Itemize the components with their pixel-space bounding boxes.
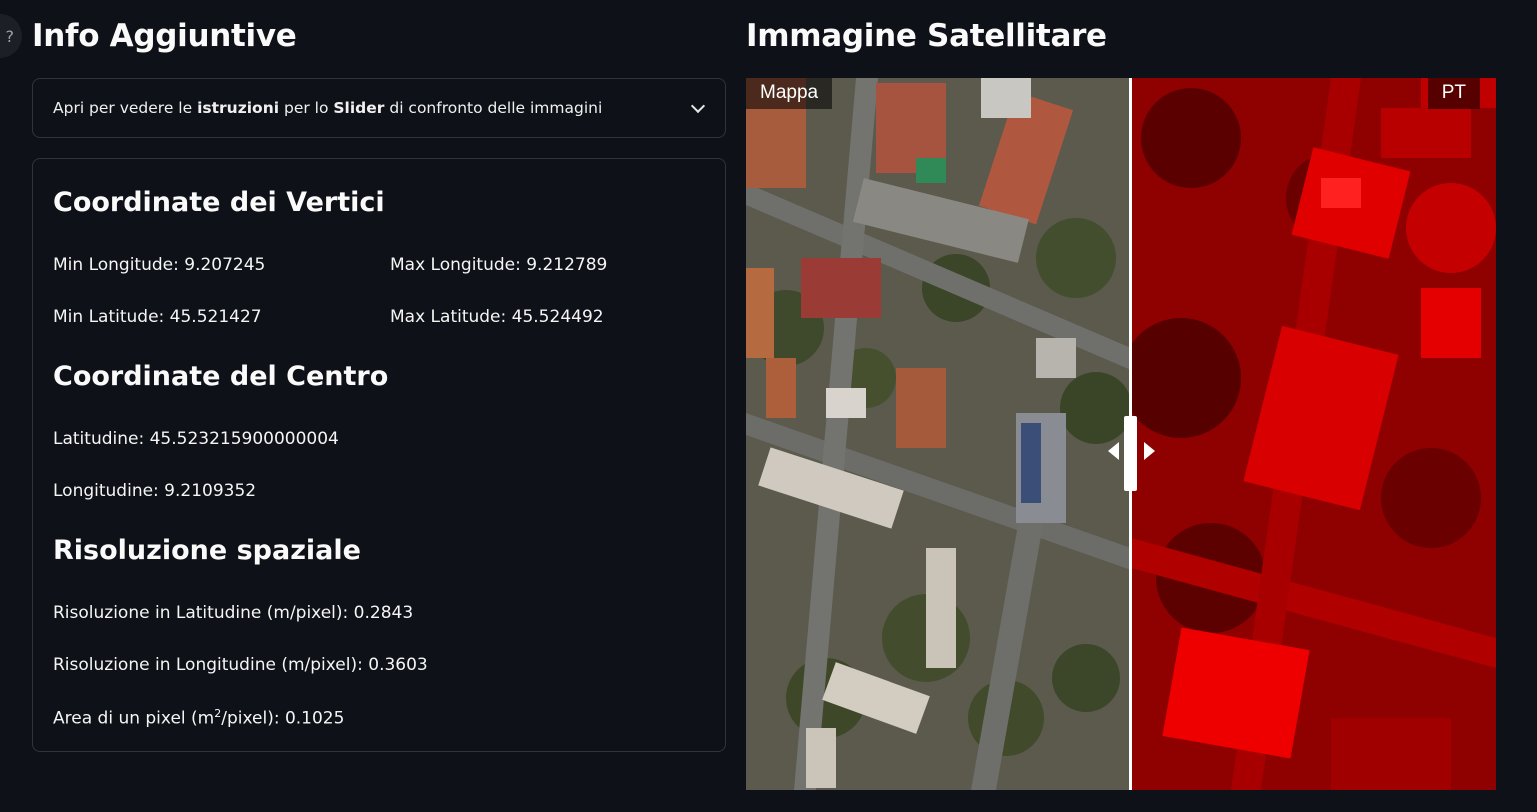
info-title: Info Aggiuntive: [32, 18, 297, 54]
instructions-expander[interactable]: Apri per vedere le istruzioni per lo Sli…: [32, 78, 726, 138]
min-longitude: Min Longitude: 9.207245: [53, 255, 266, 275]
pt-image: PT: [1131, 78, 1496, 790]
vertices-heading: Coordinate dei Vertici: [53, 187, 385, 218]
center-latitude: Latitudine: 45.523215900000004: [53, 429, 339, 449]
center-longitude: Longitudine: 9.2109352: [53, 481, 257, 501]
max-latitude: Max Latitude: 45.524492: [390, 307, 604, 327]
latitude-resolution: Risoluzione in Latitudine (m/pixel): 0.2…: [53, 603, 414, 623]
help-icon: ?: [5, 26, 15, 46]
map-image: Mappa: [746, 78, 1131, 790]
center-heading: Coordinate del Centro: [53, 361, 389, 392]
arrow-right-icon: [1144, 442, 1155, 460]
info-card: Coordinate dei Vertici Min Longitude: 9.…: [32, 158, 726, 752]
satellite-title: Immagine Satellitare: [746, 18, 1107, 54]
resolution-heading: Risoluzione spaziale: [53, 535, 361, 566]
longitude-resolution: Risoluzione in Longitudine (m/pixel): 0.…: [53, 655, 428, 675]
sidebar-toggle-button[interactable]: ?: [0, 14, 22, 58]
pixel-area: Area di un pixel (m2/pixel): 0.1025: [53, 707, 345, 729]
chevron-down-icon: [690, 98, 706, 113]
max-longitude: Max Longitude: 9.212789: [390, 255, 608, 275]
arrow-left-icon: [1108, 442, 1119, 460]
min-latitude: Min Latitude: 45.521427: [53, 307, 262, 327]
map-label: Mappa: [746, 78, 833, 109]
slider-handle[interactable]: [1124, 416, 1137, 491]
expander-label: Apri per vedere le istruzioni per lo Sli…: [53, 99, 603, 117]
pt-label: PT: [1427, 78, 1480, 109]
image-compare-slider[interactable]: Mappa PT: [746, 78, 1496, 790]
